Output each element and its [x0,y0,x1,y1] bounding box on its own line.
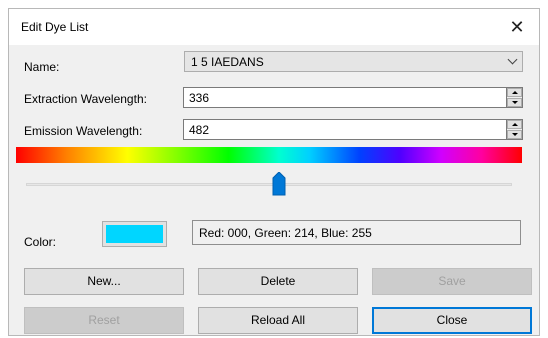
title-bar: Edit Dye List ✕ [9,9,539,45]
window-title: Edit Dye List [21,20,89,34]
emission-wavelength-input[interactable]: 482 [183,119,507,140]
extraction-wavelength-label: Extraction Wavelength: [24,92,147,106]
chevron-down-icon [507,54,518,65]
spin-up-icon[interactable] [507,120,522,129]
spin-down-icon[interactable] [507,98,522,107]
extraction-wavelength-value: 336 [189,91,210,105]
new-button[interactable]: New... [24,268,184,295]
emission-wavelength-value: 482 [189,123,210,137]
spin-up-icon[interactable] [507,88,522,97]
wavelength-slider-track[interactable] [26,183,512,186]
name-dropdown[interactable]: 1 5 IAEDANS [184,51,523,72]
color-spectrum-bar [16,147,522,163]
save-button[interactable]: Save [372,268,532,295]
rgb-readout: Red: 000, Green: 214, Blue: 255 [192,220,521,245]
reload-all-button[interactable]: Reload All [198,307,358,334]
rgb-text: Red: 000, Green: 214, Blue: 255 [199,226,372,240]
close-icon[interactable]: ✕ [499,13,535,41]
color-swatch-button[interactable] [102,221,167,247]
color-label: Color: [24,235,57,249]
name-label: Name: [24,60,60,74]
close-button[interactable]: Close [372,307,532,334]
spin-down-icon[interactable] [507,130,522,139]
emission-wavelength-spinner [507,119,523,140]
extraction-wavelength-input[interactable]: 336 [183,87,507,108]
reset-button[interactable]: Reset [24,307,184,334]
extraction-wavelength-spinner [507,87,523,108]
emission-wavelength-label: Emission Wavelength: [24,124,143,138]
color-swatch [106,225,163,243]
delete-button[interactable]: Delete [198,268,358,295]
wavelength-slider-thumb[interactable] [272,172,286,196]
name-value: 1 5 IAEDANS [191,55,264,69]
